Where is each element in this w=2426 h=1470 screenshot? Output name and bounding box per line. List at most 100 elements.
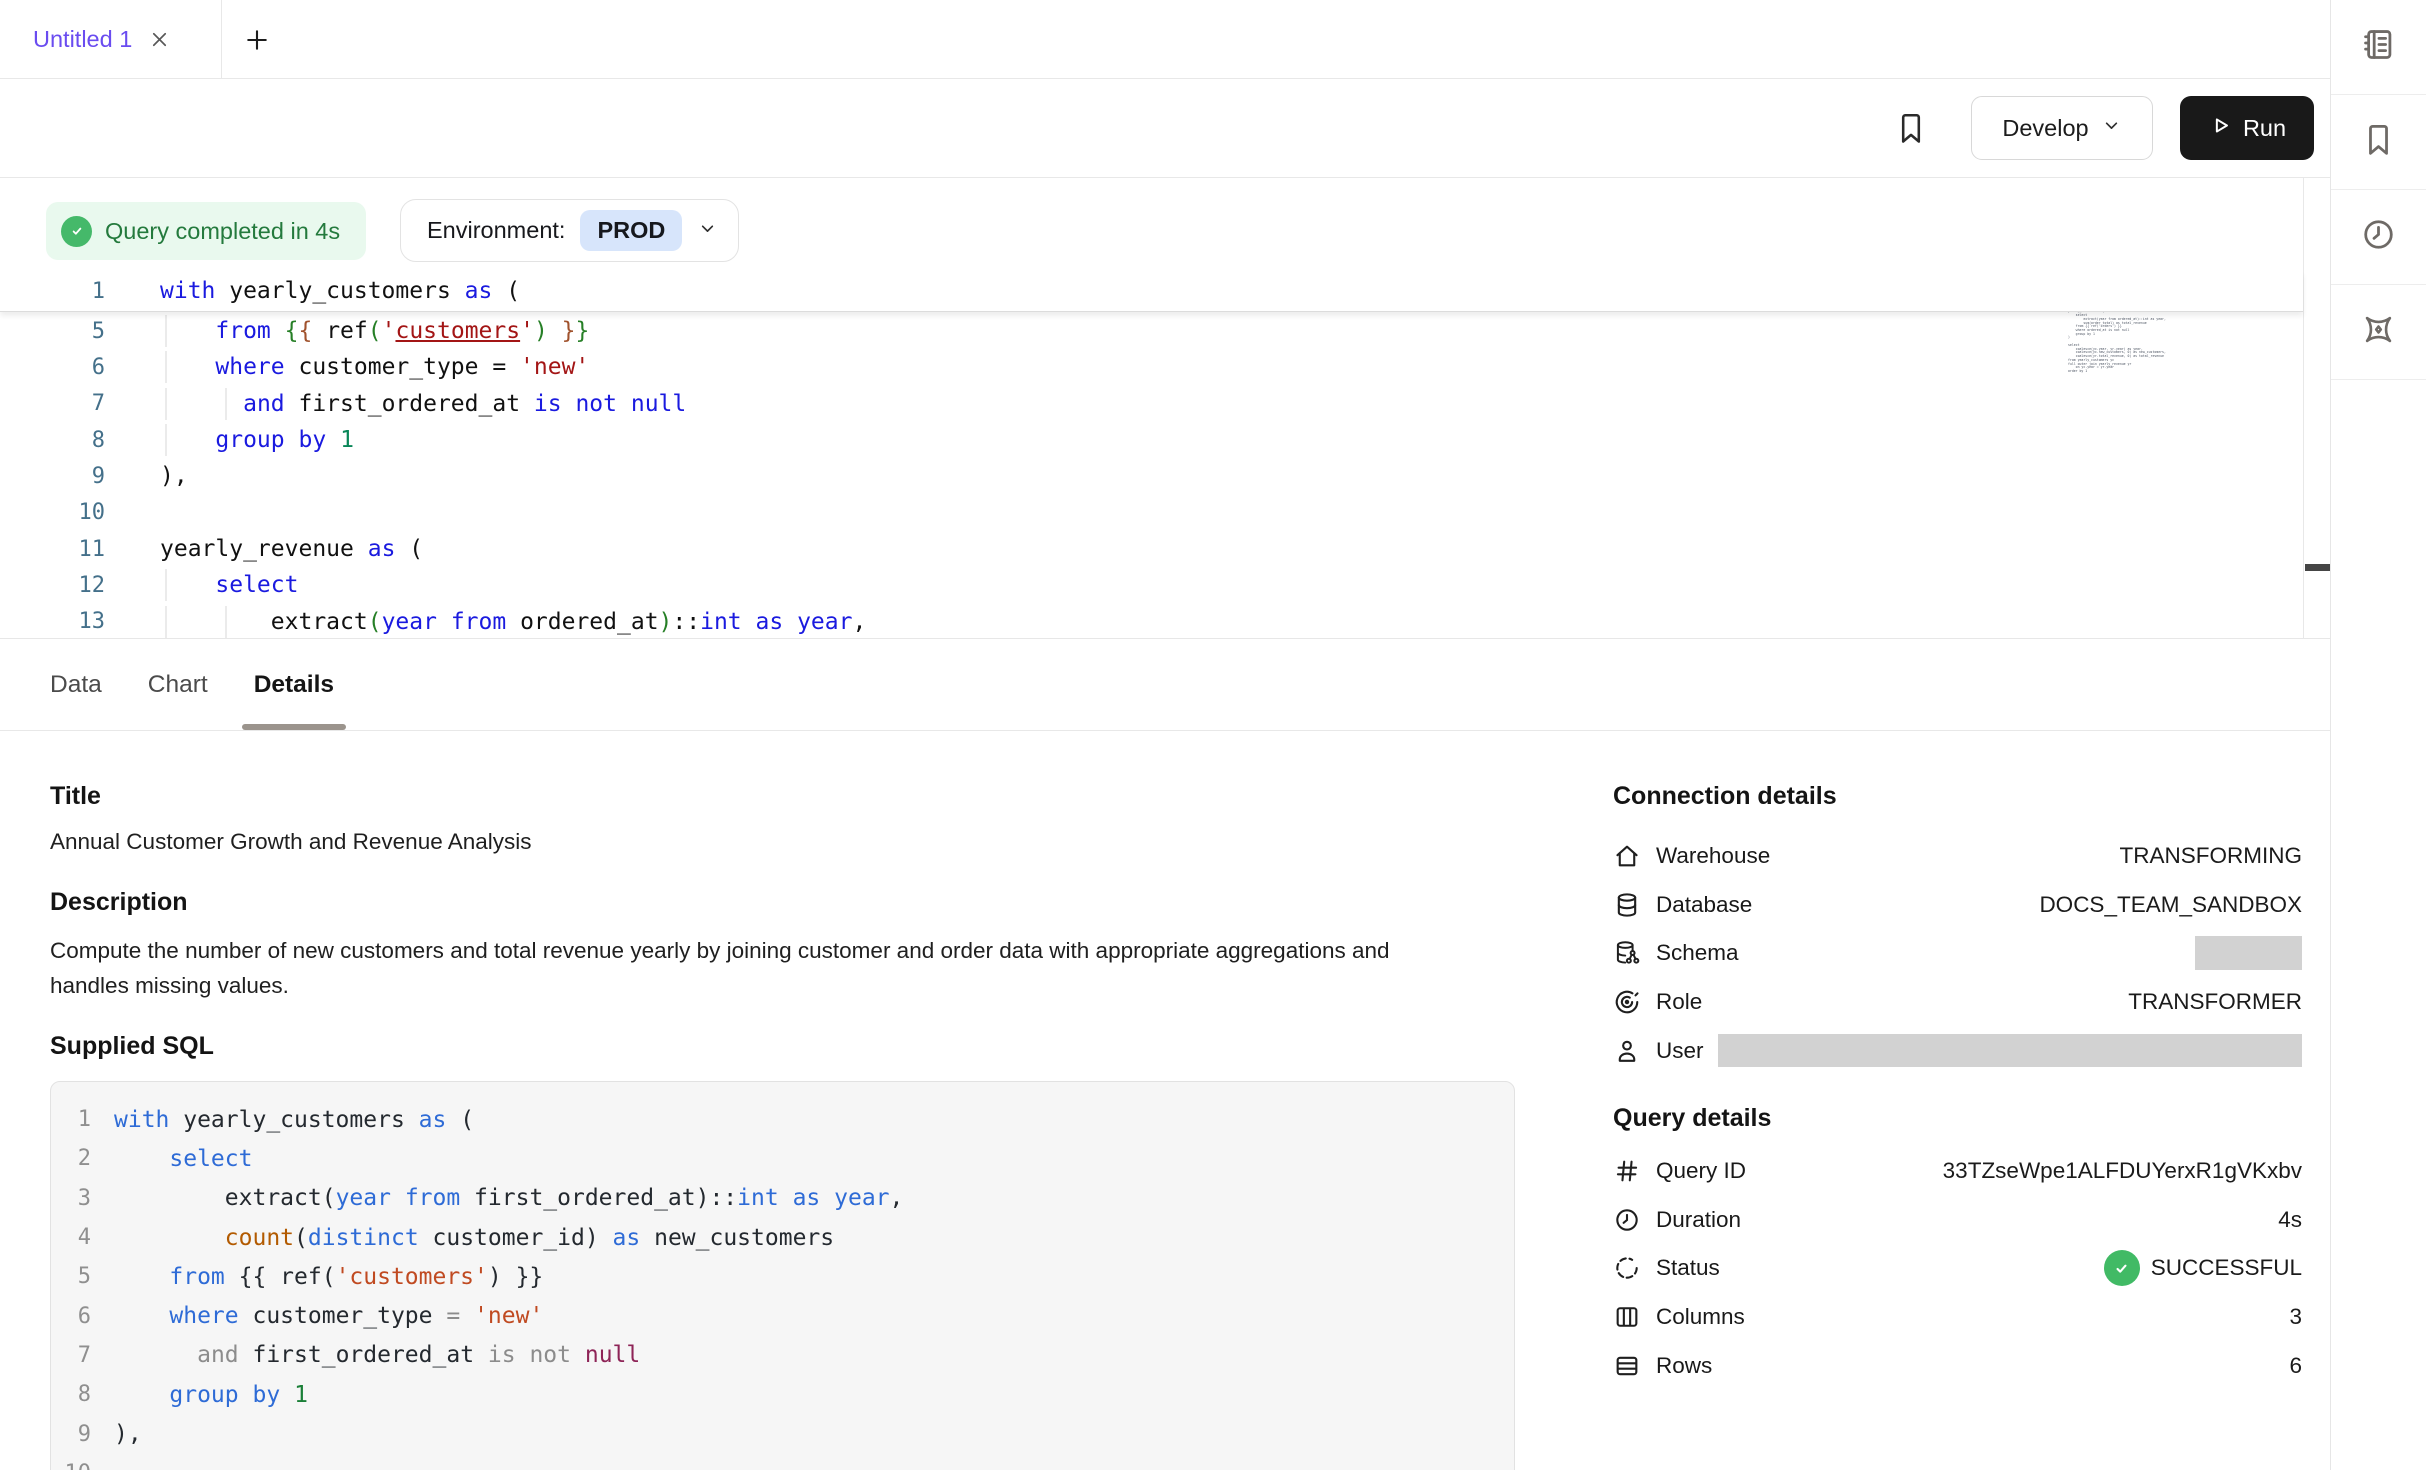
play-icon bbox=[2208, 113, 2233, 143]
code-text: with yearly_customers as ( bbox=[160, 278, 520, 304]
code-line: 7 and first_ordered_at is not null bbox=[51, 1336, 1514, 1375]
editor-scrollbar[interactable] bbox=[2303, 178, 2330, 639]
detail-row: Columns 3 bbox=[1613, 1293, 2302, 1342]
detail-row: DatabaseDOCS_TEAM_SANDBOX bbox=[1613, 881, 2302, 930]
scrollbar-handle[interactable] bbox=[2305, 564, 2331, 571]
code-text: group by 1 bbox=[160, 427, 354, 453]
code-text: group by 1 bbox=[114, 1382, 308, 1408]
sparkle-compass-icon bbox=[2360, 311, 2397, 353]
detail-value: 4s bbox=[2278, 1207, 2302, 1233]
line-number: 1 bbox=[0, 279, 105, 304]
code-line: 7 and first_ordered_at is not null bbox=[0, 386, 2303, 422]
line-number: 2 bbox=[51, 1146, 91, 1171]
detail-label: Warehouse bbox=[1656, 843, 1770, 869]
query-details-rows: Query ID33TZseWpe1ALFDUYerxR1gVKxbvDurat… bbox=[1613, 1147, 2302, 1390]
code-line: 2 select bbox=[51, 1139, 1514, 1178]
code-text: extract(year from ordered_at)::int as ye… bbox=[160, 609, 866, 635]
description-value: Compute the number of new customers and … bbox=[50, 933, 1420, 1003]
run-label: Run bbox=[2243, 115, 2286, 142]
description-heading: Description bbox=[50, 887, 1515, 917]
detail-value: 33TZseWpe1ALFDUYerxR1gVKxbv bbox=[1943, 1158, 2302, 1184]
code-line: 10 bbox=[0, 495, 2303, 531]
develop-dropdown[interactable]: Develop bbox=[1971, 96, 2153, 160]
supplied-sql-heading: Supplied SQL bbox=[50, 1031, 1515, 1061]
detail-row: Query ID33TZseWpe1ALFDUYerxR1gVKxbv bbox=[1613, 1147, 2302, 1196]
tab-untitled-1[interactable]: Untitled 1 bbox=[0, 0, 222, 79]
detail-value: SUCCESSFUL bbox=[2104, 1250, 2302, 1286]
indent-guide bbox=[165, 388, 167, 420]
code-text: ), bbox=[160, 463, 188, 489]
code-line: 5 from {{ ref('customers') }} bbox=[51, 1257, 1514, 1296]
environment-dropdown[interactable]: Environment: PROD bbox=[400, 199, 739, 262]
line-number: 6 bbox=[51, 1304, 91, 1329]
sticky-scroll-line: 1 with yearly_customers as ( bbox=[0, 271, 2303, 312]
detail-label: Status bbox=[1656, 1255, 1720, 1281]
tab-data[interactable]: Data bbox=[38, 639, 114, 730]
detail-value: 6 bbox=[2289, 1353, 2302, 1379]
indent-guide bbox=[165, 569, 167, 601]
detail-value bbox=[1704, 1034, 2302, 1067]
detail-value: TRANSFORMER bbox=[2128, 989, 2302, 1015]
line-number: 9 bbox=[51, 1422, 91, 1447]
detail-label: Columns bbox=[1656, 1304, 1745, 1330]
editor-lines[interactable]: 5 from {{ ref('customers') }}6 where cus… bbox=[0, 313, 2303, 640]
duration-clock-icon bbox=[1613, 1206, 1641, 1234]
tab-details[interactable]: Details bbox=[242, 639, 346, 730]
code-editor[interactable]: Query completed in 4s Environment: PROD … bbox=[0, 178, 2330, 639]
develop-label: Develop bbox=[2002, 115, 2088, 142]
code-text: with yearly_customers as ( bbox=[114, 1107, 474, 1133]
code-line: 8 group by 1 bbox=[0, 422, 2303, 458]
app-window: Untitled 1 Develop Run bbox=[0, 0, 2426, 1470]
detail-label: User bbox=[1656, 1038, 1704, 1064]
sidebar-button-bookmark[interactable] bbox=[2331, 95, 2426, 190]
code-text: and first_ordered_at is not null bbox=[160, 391, 686, 417]
detail-value-text: 4s bbox=[2278, 1207, 2302, 1233]
run-button[interactable]: Run bbox=[2180, 96, 2314, 160]
code-text: from {{ ref('customers') }} bbox=[114, 1264, 543, 1290]
sidebar-button-sparkle-compass[interactable] bbox=[2331, 285, 2426, 380]
tab-chart[interactable]: Chart bbox=[136, 639, 220, 730]
sidebar-button-history-clock[interactable] bbox=[2331, 190, 2426, 285]
history-clock-icon bbox=[2360, 216, 2397, 258]
code-text: extract(year from first_ordered_at)::int… bbox=[114, 1185, 903, 1211]
columns-icon bbox=[1613, 1303, 1641, 1331]
line-number: 6 bbox=[0, 355, 105, 380]
sidebar-button-notebook[interactable] bbox=[2331, 0, 2426, 95]
code-line: 12 select bbox=[0, 567, 2303, 603]
detail-value-text: SUCCESSFUL bbox=[2151, 1255, 2302, 1281]
code-text: count(distinct customer_id) as new_custo… bbox=[114, 1225, 834, 1251]
detail-row: User bbox=[1613, 1026, 2302, 1075]
redacted-value bbox=[2195, 936, 2302, 970]
indent-guide bbox=[165, 424, 167, 456]
user-icon bbox=[1613, 1037, 1641, 1065]
line-number: 5 bbox=[0, 319, 105, 344]
detail-row: Duration 4s bbox=[1613, 1196, 2302, 1245]
tab-label: Data bbox=[50, 671, 102, 699]
line-number: 11 bbox=[0, 537, 105, 562]
detail-row: WarehouseTRANSFORMING bbox=[1613, 832, 2302, 881]
bookmark-icon bbox=[2360, 121, 2397, 163]
new-tab-button[interactable] bbox=[243, 26, 271, 54]
code-text: yearly_revenue as ( bbox=[160, 536, 423, 562]
detail-label: Schema bbox=[1656, 940, 1739, 966]
status-spinner-icon bbox=[1613, 1254, 1641, 1282]
detail-value-text: 33TZseWpe1ALFDUYerxR1gVKxbv bbox=[1943, 1158, 2302, 1184]
line-number: 8 bbox=[0, 428, 105, 453]
detail-value: 3 bbox=[2289, 1304, 2302, 1330]
code-text: ), bbox=[114, 1421, 142, 1447]
bookmark-button[interactable] bbox=[1893, 110, 1929, 146]
close-icon[interactable] bbox=[147, 27, 172, 52]
tab-label: Chart bbox=[148, 671, 208, 699]
environment-value-chip: PROD bbox=[580, 210, 682, 251]
code-line: 6 where customer_type = 'new' bbox=[0, 349, 2303, 385]
line-number: 8 bbox=[51, 1382, 91, 1407]
code-line: 5 from {{ ref('customers') }} bbox=[0, 313, 2303, 349]
detail-value bbox=[2195, 936, 2302, 970]
detail-label: Duration bbox=[1656, 1207, 1741, 1233]
title-heading: Title bbox=[50, 781, 1515, 811]
chevron-down-icon bbox=[697, 218, 718, 244]
toolbar: Develop Run bbox=[0, 79, 2330, 178]
line-number: 7 bbox=[0, 391, 105, 416]
detail-label: Rows bbox=[1656, 1353, 1712, 1379]
indent-guide bbox=[165, 351, 167, 383]
